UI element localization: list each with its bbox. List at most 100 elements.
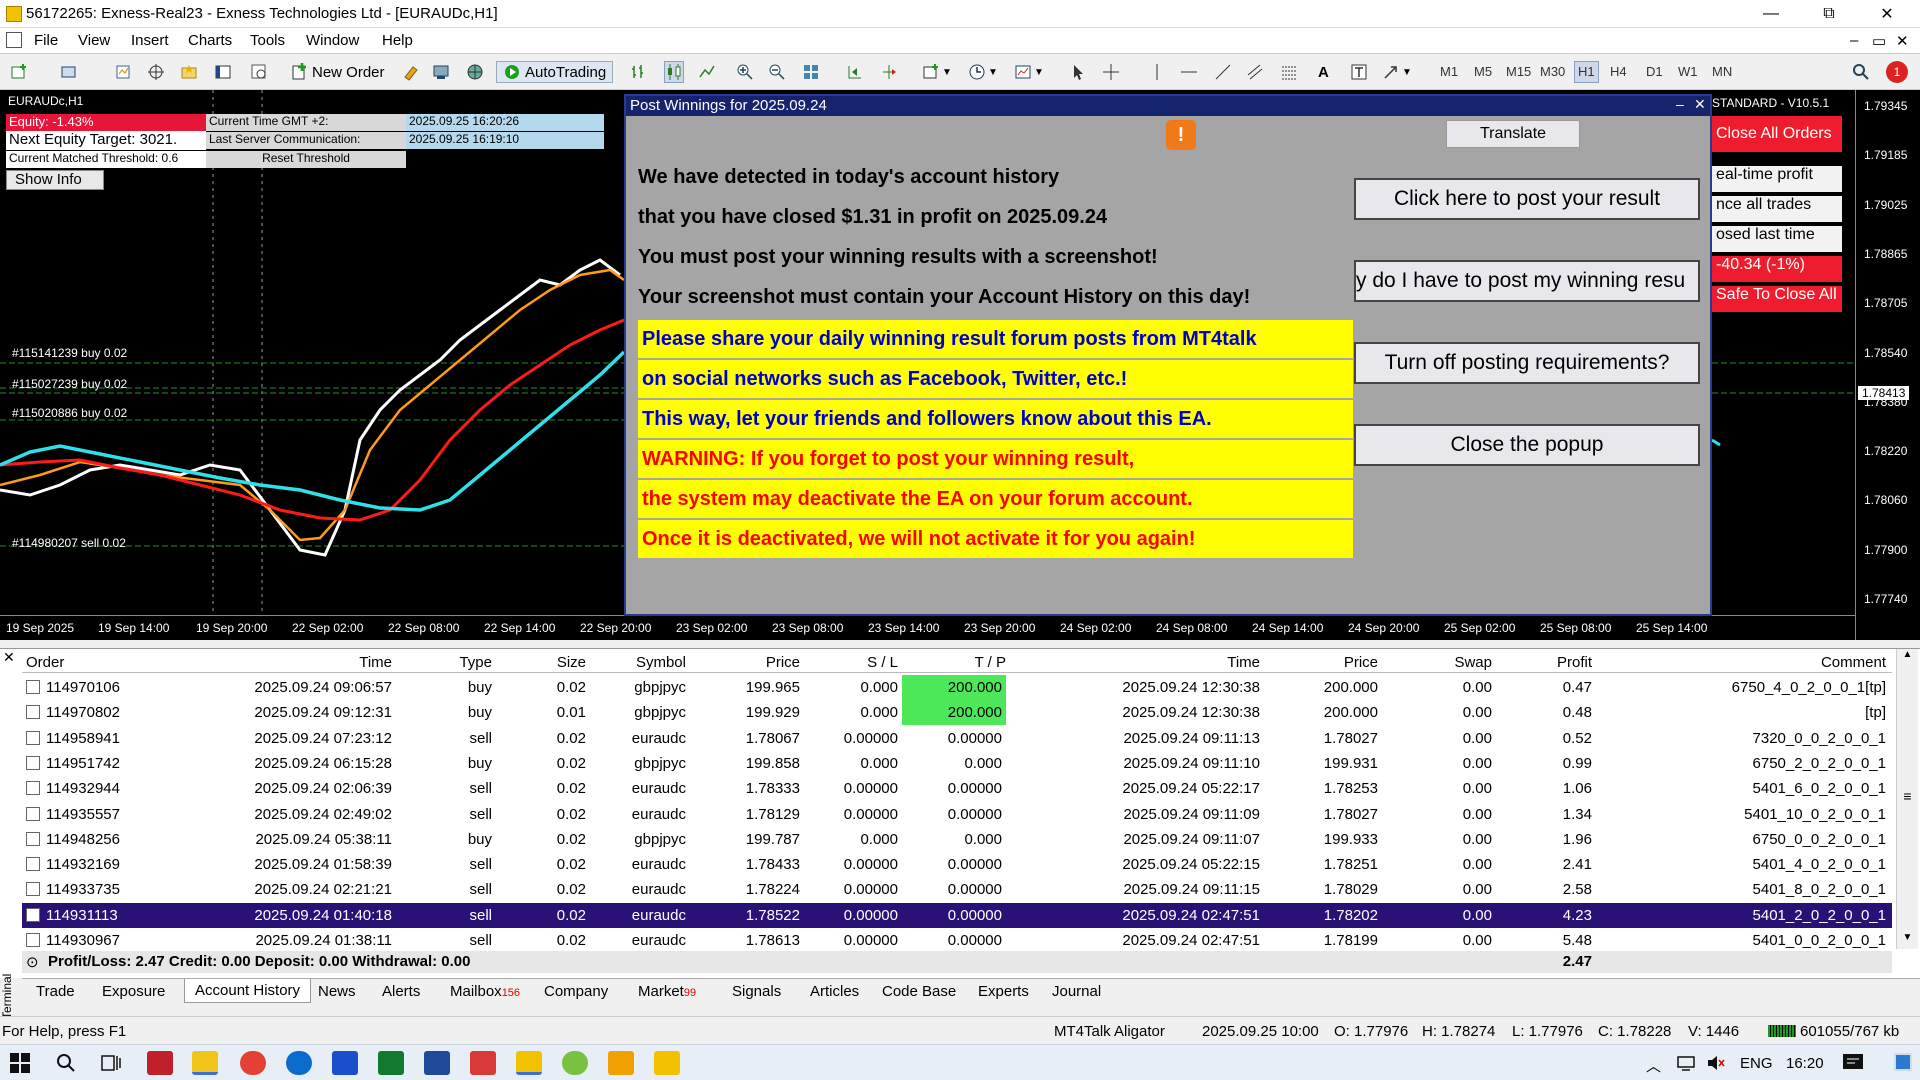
timeframe-m15[interactable]: M15 xyxy=(1506,64,1531,79)
tab-market[interactable]: Market99 xyxy=(638,983,696,1000)
close-popup-button[interactable]: Close the popup xyxy=(1354,424,1700,466)
equidistant-channel-button[interactable] xyxy=(1246,61,1264,83)
text-label-button[interactable] xyxy=(1350,61,1368,83)
templates-button[interactable]: ▼ xyxy=(1014,61,1044,83)
volume-muted-icon[interactable] xyxy=(1706,1055,1726,1071)
zoom-out-button[interactable] xyxy=(768,61,786,83)
search-button[interactable] xyxy=(1852,61,1870,83)
horizontal-line-button[interactable] xyxy=(1180,61,1198,83)
mt4-taskbar-icon[interactable] xyxy=(516,1051,542,1075)
data-window-button[interactable] xyxy=(147,61,165,83)
table-scrollbar[interactable]: ▲ ≡ ▼ xyxy=(1896,649,1918,949)
tab-mailbox[interactable]: Mailbox156 xyxy=(450,983,520,1000)
red-app-icon[interactable] xyxy=(470,1051,496,1075)
col-header-type[interactable]: Type xyxy=(402,654,492,671)
realtime-profit-button[interactable]: eal-time profit xyxy=(1712,166,1842,192)
table-row[interactable]: 114951742 2025.09.24 06:15:28 buy 0.02 gbpjp… xyxy=(22,751,1892,776)
green-app-icon[interactable] xyxy=(562,1051,588,1075)
market-watch-button[interactable] xyxy=(114,61,132,83)
network-icon[interactable] xyxy=(1676,1055,1696,1071)
edge-icon[interactable] xyxy=(286,1051,312,1075)
tab-journal[interactable]: Journal xyxy=(1052,983,1101,1000)
timeframe-m30[interactable]: M30 xyxy=(1540,64,1565,79)
cursor-button[interactable] xyxy=(1070,61,1088,83)
table-row[interactable]: 114932944 2025.09.24 02:06:39 sell 0.02 eura… xyxy=(22,776,1892,801)
show-info-button[interactable]: Show Info xyxy=(6,170,104,190)
tab-account-history[interactable]: Account History xyxy=(184,979,312,1003)
close-button[interactable]: ✕ xyxy=(1864,0,1910,28)
tab-exposure[interactable]: Exposure xyxy=(102,983,165,1000)
timeframe-m1[interactable]: M1 xyxy=(1440,64,1458,79)
tab-experts[interactable]: Experts xyxy=(978,983,1029,1000)
show-desktop-icon[interactable] xyxy=(1894,1053,1912,1071)
table-row[interactable]: 114932169 2025.09.24 01:58:39 sell 0.02 eura… xyxy=(22,852,1892,877)
turn-off-posting-button[interactable]: Turn off posting requirements? xyxy=(1354,342,1700,384)
table-row[interactable]: 114958941 2025.09.24 07:23:12 sell 0.02 eura… xyxy=(22,726,1892,751)
fbs-app-icon[interactable] xyxy=(378,1051,404,1075)
arrows-button[interactable]: ▼ xyxy=(1382,61,1412,83)
summary-collapse-icon[interactable]: ⊙ xyxy=(26,953,39,971)
tray-chevron-icon[interactable]: ︿ xyxy=(1646,1055,1661,1076)
restore-button[interactable]: ⧉ xyxy=(1806,0,1852,28)
start-icon[interactable] xyxy=(10,1053,30,1073)
post-result-button[interactable]: Click here to post your result xyxy=(1354,178,1700,220)
chart-shift-button[interactable] xyxy=(880,61,898,83)
strategy-tester-button[interactable] xyxy=(250,61,268,83)
popup-minimize-button[interactable]: – xyxy=(1676,96,1684,112)
col-header-symbol[interactable]: Symbol xyxy=(592,654,686,671)
timeframe-h1[interactable]: H1 xyxy=(1574,61,1599,83)
notification-center-icon[interactable] xyxy=(1842,1053,1864,1073)
menu-tools[interactable]: Tools xyxy=(250,32,285,49)
col-header-open-time[interactable]: Time xyxy=(152,654,392,671)
language-indicator[interactable]: ENG xyxy=(1740,1055,1773,1072)
vertical-line-button[interactable] xyxy=(1148,61,1166,83)
navigator-button[interactable] xyxy=(180,61,198,83)
minimize-button[interactable]: — xyxy=(1748,0,1794,28)
file-explorer-icon[interactable] xyxy=(192,1051,218,1075)
tab-code-base[interactable]: Code Base xyxy=(882,983,956,1000)
new-chart-button[interactable] xyxy=(10,61,28,83)
timeframe-w1[interactable]: W1 xyxy=(1678,64,1698,79)
table-row[interactable]: 114935557 2025.09.24 02:49:02 sell 0.02 eura… xyxy=(22,802,1892,827)
profiles-button[interactable] xyxy=(60,61,78,83)
menu-charts[interactable]: Charts xyxy=(188,32,232,49)
menu-window[interactable]: Window xyxy=(306,32,359,49)
table-row[interactable]: 114933735 2025.09.24 02:21:21 sell 0.02 eura… xyxy=(22,877,1892,902)
notifications-button[interactable]: 1 xyxy=(1886,61,1908,83)
balance-all-trades-button[interactable]: nce all trades xyxy=(1712,196,1842,222)
mt4-second-icon[interactable] xyxy=(654,1051,680,1075)
menu-file[interactable]: File xyxy=(34,32,58,49)
timeframe-m5[interactable]: M5 xyxy=(1474,64,1492,79)
tab-articles[interactable]: Articles xyxy=(810,983,859,1000)
tab-alerts[interactable]: Alerts xyxy=(382,983,420,1000)
child-minimize-button[interactable]: – xyxy=(1850,32,1858,49)
table-row[interactable]: 114970106 2025.09.24 09:06:57 buy 0.02 gbpjp… xyxy=(22,675,1892,700)
reset-threshold-button[interactable]: Reset Threshold xyxy=(206,151,406,168)
trendline-button[interactable] xyxy=(1214,61,1232,83)
safe-to-close-all-button[interactable]: Safe To Close All xyxy=(1712,286,1842,312)
task-view-icon[interactable] xyxy=(100,1053,122,1073)
line-chart-button[interactable] xyxy=(698,61,716,83)
periods-button[interactable]: ▼ xyxy=(968,61,998,83)
zoom-in-button[interactable] xyxy=(736,61,754,83)
new-order-button[interactable]: New Order xyxy=(290,61,385,83)
chart-app-icon[interactable] xyxy=(608,1051,634,1075)
signals-button[interactable] xyxy=(432,61,450,83)
taskbar-clock[interactable]: 16:20 xyxy=(1786,1055,1824,1072)
indicators-button[interactable]: ▼ xyxy=(922,61,952,83)
taskbar-app-icon[interactable] xyxy=(147,1051,173,1075)
col-header-profit[interactable]: Profit xyxy=(1492,654,1592,671)
table-row[interactable]: 114948256 2025.09.24 05:38:11 buy 0.02 gbpjp… xyxy=(22,827,1892,852)
col-header-price[interactable]: Price xyxy=(692,654,800,671)
col-header-comment[interactable]: Comment xyxy=(1602,654,1886,671)
table-row[interactable]: 114930967 2025.09.24 01:38:11 sell 0.02 eura… xyxy=(22,928,1892,953)
tab-signals[interactable]: Signals xyxy=(732,983,781,1000)
tile-windows-button[interactable] xyxy=(802,61,820,83)
menu-insert[interactable]: Insert xyxy=(131,32,169,49)
child-close-button[interactable]: ✕ xyxy=(1896,32,1909,50)
timeframe-mn[interactable]: MN xyxy=(1712,64,1732,79)
search-taskbar-icon[interactable] xyxy=(56,1053,76,1073)
close-all-orders-button[interactable]: Close All Orders xyxy=(1712,116,1842,152)
table-row[interactable]: 114970802 2025.09.24 09:12:31 buy 0.01 gbpjp… xyxy=(22,700,1892,726)
why-post-button[interactable]: y do I have to post my winning resu xyxy=(1354,260,1700,302)
